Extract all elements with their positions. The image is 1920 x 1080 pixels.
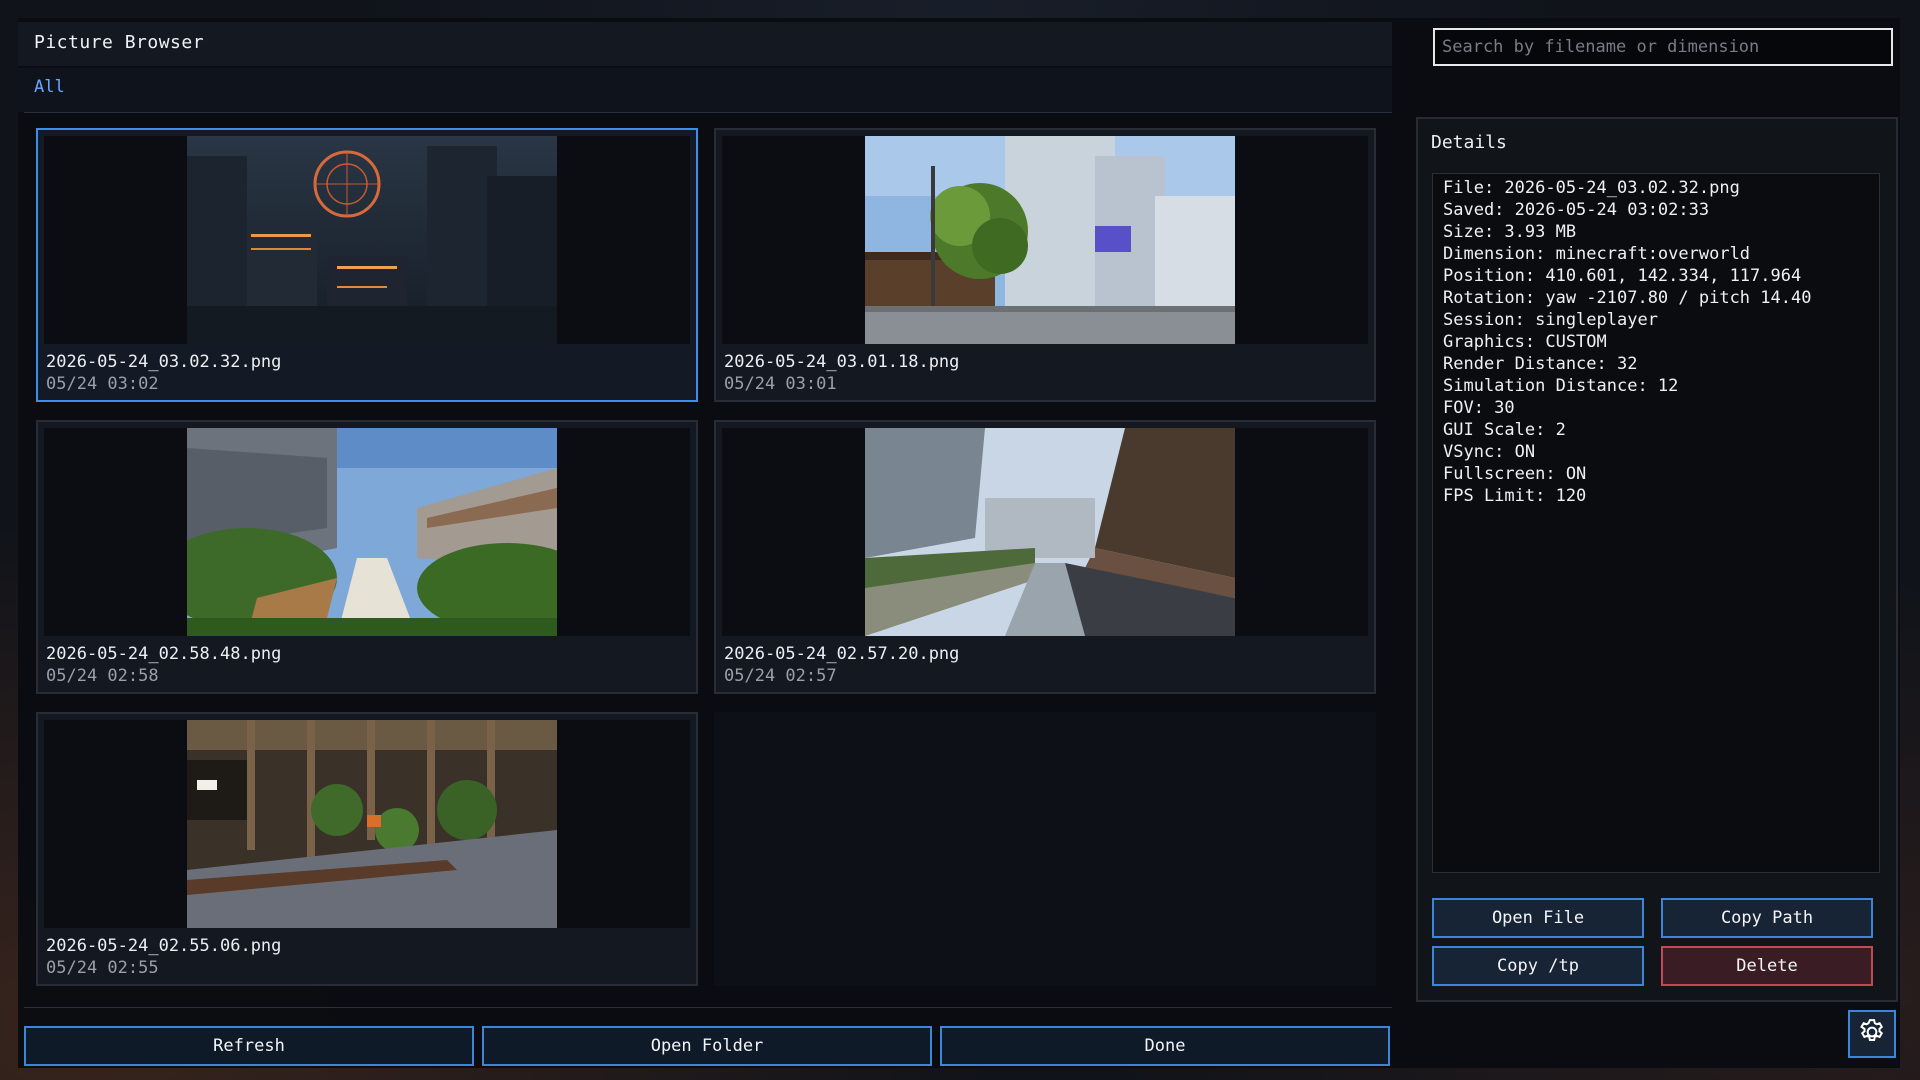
search-input[interactable] bbox=[1433, 28, 1893, 66]
picture-date: 05/24 02:57 bbox=[724, 666, 837, 686]
picture-card-1[interactable]: 2026-05-24_03.02.32.png 05/24 03:02 bbox=[36, 128, 698, 402]
copy-tp-button[interactable]: Copy /tp bbox=[1432, 946, 1644, 986]
thumbnail-image bbox=[187, 720, 557, 928]
picture-card-4[interactable]: 2026-05-24_02.57.20.png 05/24 02:57 bbox=[714, 420, 1376, 694]
picture-card-5[interactable]: 2026-05-24_02.55.06.png 05/24 02:55 bbox=[36, 712, 698, 986]
details-line: Saved: 2026-05-24 03:02:33 bbox=[1443, 200, 1710, 220]
open-file-button[interactable]: Open File bbox=[1432, 898, 1644, 938]
thumbnail-frame bbox=[44, 136, 690, 344]
window-title: Picture Browser bbox=[34, 32, 205, 53]
refresh-button[interactable]: Refresh bbox=[24, 1026, 474, 1066]
details-line: Dimension: minecraft:overworld bbox=[1443, 244, 1751, 264]
details-line: VSync: ON bbox=[1443, 442, 1536, 462]
details-line: Session: singleplayer bbox=[1443, 310, 1658, 330]
picture-filename: 2026-05-24_02.57.20.png bbox=[724, 644, 960, 664]
picture-date: 05/24 02:58 bbox=[46, 666, 159, 686]
details-line: Position: 410.601, 142.334, 117.964 bbox=[1443, 266, 1802, 286]
copy-path-button[interactable]: Copy Path bbox=[1661, 898, 1873, 938]
picture-card-2[interactable]: 2026-05-24_03.01.18.png 05/24 03:01 bbox=[714, 128, 1376, 402]
settings-button[interactable] bbox=[1848, 1010, 1896, 1058]
details-text-box: File: 2026-05-24_03.02.32.png Saved: 2026… bbox=[1432, 173, 1880, 873]
details-line: Size: 3.93 MB bbox=[1443, 222, 1577, 242]
thumbnail-image bbox=[865, 136, 1235, 344]
details-line: Graphics: CUSTOM bbox=[1443, 332, 1607, 352]
details-title: Details bbox=[1431, 132, 1507, 153]
done-button[interactable]: Done bbox=[940, 1026, 1390, 1066]
gear-icon bbox=[1857, 1017, 1887, 1051]
thumbnail-frame bbox=[722, 136, 1368, 344]
picture-date: 05/24 03:02 bbox=[46, 374, 159, 394]
thumbnail-image bbox=[187, 136, 557, 344]
picture-card-3[interactable]: 2026-05-24_02.58.48.png 05/24 02:58 bbox=[36, 420, 698, 694]
details-line: FOV: 30 bbox=[1443, 398, 1515, 418]
thumbnail-frame bbox=[44, 428, 690, 636]
picture-date: 05/24 03:01 bbox=[724, 374, 837, 394]
filter-bar bbox=[18, 68, 1392, 112]
thumbnail-frame bbox=[722, 428, 1368, 636]
details-line: GUI Scale: 2 bbox=[1443, 420, 1566, 440]
app-root: Picture Browser All Search by filename o… bbox=[0, 0, 1920, 1080]
details-line: Render Distance: 32 bbox=[1443, 354, 1638, 374]
open-folder-button[interactable]: Open Folder bbox=[482, 1026, 932, 1066]
filter-all-tab[interactable]: All bbox=[34, 77, 65, 97]
picture-filename: 2026-05-24_03.02.32.png bbox=[46, 352, 282, 372]
details-line: Rotation: yaw -2107.80 / pitch 14.40 bbox=[1443, 288, 1812, 308]
picture-filename: 2026-05-24_03.01.18.png bbox=[724, 352, 960, 372]
details-line: File: 2026-05-24_03.02.32.png bbox=[1443, 178, 1740, 198]
picture-filename: 2026-05-24_02.55.06.png bbox=[46, 936, 282, 956]
thumbnail-image bbox=[865, 428, 1235, 636]
empty-grid-slot bbox=[714, 712, 1376, 986]
details-line: Simulation Distance: 12 bbox=[1443, 376, 1679, 396]
delete-button[interactable]: Delete bbox=[1661, 946, 1873, 986]
details-line: FPS Limit: 120 bbox=[1443, 486, 1587, 506]
title-bar bbox=[18, 22, 1392, 66]
thumbnail-image bbox=[187, 428, 557, 636]
picture-filename: 2026-05-24_02.58.48.png bbox=[46, 644, 282, 664]
thumbnail-frame bbox=[44, 720, 690, 928]
details-line: Fullscreen: ON bbox=[1443, 464, 1587, 484]
picture-date: 05/24 02:55 bbox=[46, 958, 159, 978]
